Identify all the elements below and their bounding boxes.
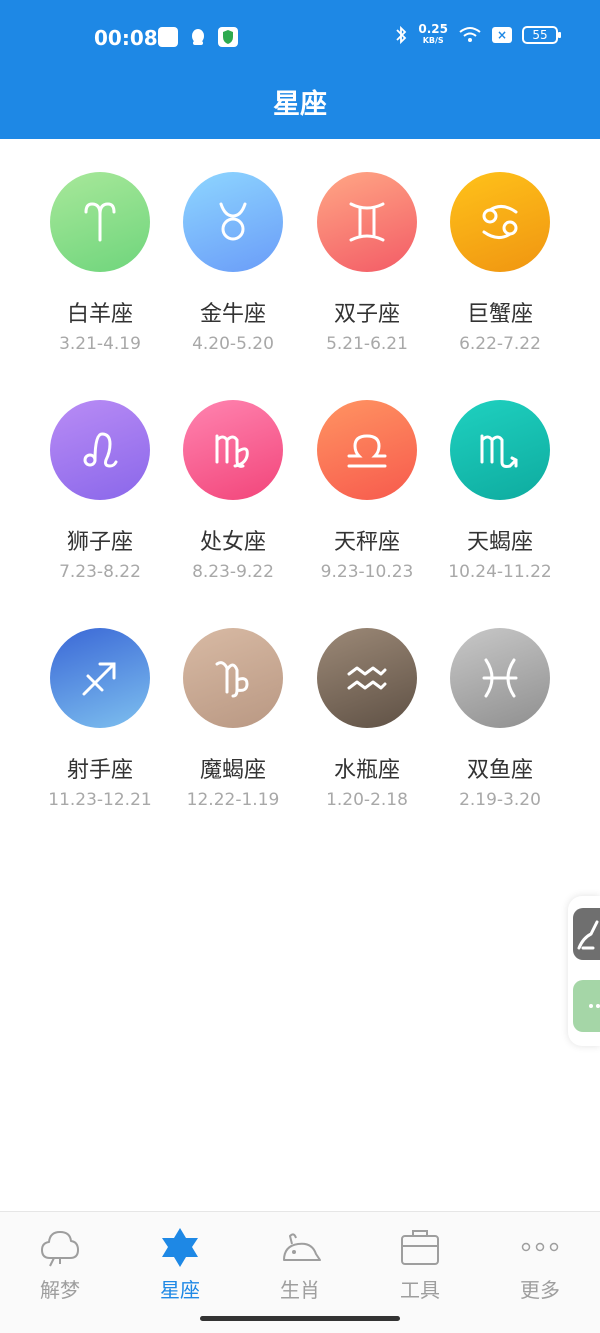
zodiac-item-capricorn[interactable]: 魔蝎座 12.22-1.19 (166, 628, 300, 810)
net-speed: 0.25 KB/S (418, 22, 448, 45)
zodiac-date: 1.20-2.18 (326, 790, 408, 810)
status-right: 0.25 KB/S × 55 (394, 22, 561, 46)
bluetooth-icon (396, 25, 407, 45)
toolbox-icon (401, 1230, 439, 1265)
zodiac-date: 2.19-3.20 (459, 790, 541, 810)
zodiac-name: 巨蟹座 (466, 302, 533, 327)
star-icon (162, 1228, 198, 1267)
zodiac-date: 4.20-5.20 (192, 334, 274, 354)
cancer-icon (450, 172, 550, 272)
sim-blocked-icon: × (492, 27, 512, 43)
zodiac-item-pisces[interactable]: 双鱼座 2.19-3.20 (433, 628, 567, 810)
zodiac-name: 双子座 (333, 302, 400, 327)
home-indicator[interactable] (200, 1316, 400, 1321)
page-title: 星座 (273, 89, 327, 120)
app-header: 00:08 0.25 KB/S × 55 星座 (0, 0, 600, 139)
floating-tool-button[interactable] (573, 908, 600, 960)
tab-dream[interactable]: 解梦 (0, 1226, 120, 1303)
zodiac-name: 天秤座 (333, 530, 400, 555)
zodiac-item-aquarius[interactable]: 水瓶座 1.20-2.18 (300, 628, 434, 810)
virgo-icon (183, 400, 283, 500)
mouse-icon (283, 1233, 321, 1261)
zodiac-name: 金牛座 (199, 302, 266, 327)
zodiac-date: 10.24-11.22 (448, 562, 552, 582)
shield-icon (218, 27, 238, 47)
zodiac-item-aries[interactable]: 白羊座 3.21-4.19 (33, 172, 167, 354)
gemini-icon (317, 172, 417, 272)
tab-zodiac[interactable]: 星座 (120, 1226, 240, 1303)
more-dots-icon (521, 1242, 559, 1252)
floating-more-button[interactable] (573, 980, 600, 1032)
zodiac-date: 3.21-4.19 (59, 334, 141, 354)
tab-label: 生肖 (280, 1278, 320, 1302)
status-time: 00:08 (94, 26, 158, 50)
zodiac-date: 5.21-6.21 (326, 334, 408, 354)
status-bar: 00:08 0.25 KB/S × 55 (0, 0, 600, 76)
tab-label: 解梦 (40, 1278, 80, 1302)
tab-label: 工具 (400, 1278, 440, 1302)
zodiac-date: 7.23-8.22 (59, 562, 141, 582)
capricorn-icon (183, 628, 283, 728)
zodiac-date: 8.23-9.22 (192, 562, 274, 582)
tab-more[interactable]: 更多 (480, 1226, 600, 1303)
floating-toolbar (568, 896, 600, 1046)
zodiac-name: 处女座 (199, 530, 266, 555)
bottom-tab-bar: 解梦 星座 生肖 工具 更多 (0, 1211, 600, 1333)
brush-icon (577, 920, 599, 950)
taurus-icon (183, 172, 283, 272)
sagittarius-icon (50, 628, 150, 728)
zodiac-date: 12.22-1.19 (186, 790, 280, 810)
zodiac-item-virgo[interactable]: 处女座 8.23-9.22 (166, 400, 300, 582)
wifi-icon (459, 27, 481, 42)
tab-label: 更多 (520, 1278, 560, 1302)
zodiac-name: 魔蝎座 (199, 758, 266, 783)
tab-chinese-zodiac[interactable]: 生肖 (240, 1226, 360, 1303)
zodiac-name: 双鱼座 (466, 758, 533, 783)
zodiac-date: 11.23-12.21 (48, 790, 152, 810)
zodiac-item-gemini[interactable]: 双子座 5.21-6.21 (300, 172, 434, 354)
zodiac-item-sagittarius[interactable]: 射手座 11.23-12.21 (33, 628, 167, 810)
tab-tools[interactable]: 工具 (360, 1226, 480, 1303)
aries-icon (50, 172, 150, 272)
battery-indicator: 55 (522, 26, 561, 44)
pisces-icon (450, 628, 550, 728)
leo-icon (50, 400, 150, 500)
libra-icon (317, 400, 417, 500)
zodiac-name: 水瓶座 (333, 758, 400, 783)
zodiac-date: 6.22-7.22 (459, 334, 541, 354)
more-dots-icon (589, 1004, 600, 1008)
zodiac-name: 白羊座 (66, 302, 133, 327)
tab-label: 星座 (160, 1278, 200, 1302)
scorpio-icon (450, 400, 550, 500)
zodiac-name: 狮子座 (66, 530, 133, 555)
qq-icon (188, 27, 208, 47)
zodiac-name: 射手座 (66, 758, 133, 783)
zodiac-date: 9.23-10.23 (320, 562, 414, 582)
zodiac-name: 天蝎座 (466, 530, 533, 555)
zodiac-item-taurus[interactable]: 金牛座 4.20-5.20 (166, 172, 300, 354)
zodiac-item-cancer[interactable]: 巨蟹座 6.22-7.22 (433, 172, 567, 354)
app-notification-icon (158, 27, 178, 47)
cloud-icon (41, 1231, 79, 1267)
aquarius-icon (317, 628, 417, 728)
zodiac-item-scorpio[interactable]: 天蝎座 10.24-11.22 (433, 400, 567, 582)
zodiac-item-leo[interactable]: 狮子座 7.23-8.22 (33, 400, 167, 582)
zodiac-item-libra[interactable]: 天秤座 9.23-10.23 (300, 400, 434, 582)
